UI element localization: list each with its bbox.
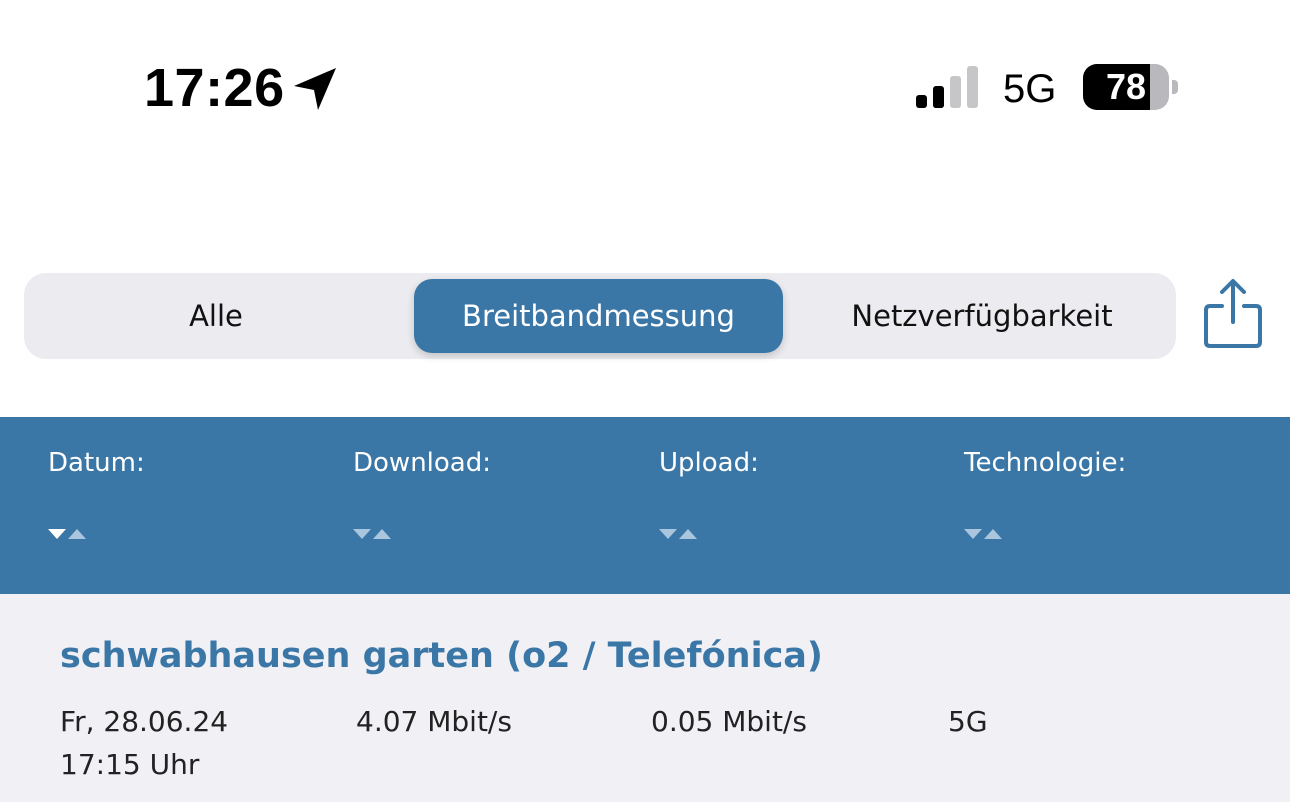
- status-time: 17:26: [144, 58, 285, 118]
- segment-alle[interactable]: Alle: [30, 279, 402, 353]
- column-label: Download:: [353, 448, 491, 478]
- sort-descending-icon[interactable]: [48, 527, 90, 541]
- share-icon[interactable]: [1202, 276, 1264, 350]
- location-arrow-icon: [294, 68, 336, 110]
- column-header-download[interactable]: Download:: [353, 447, 491, 479]
- measurement-date-day: Fr, 28.06.24: [60, 705, 229, 738]
- segment-breitbandmessung[interactable]: Breitbandmessung: [414, 279, 783, 353]
- battery-level: 78: [1105, 66, 1147, 107]
- sort-icon[interactable]: [353, 527, 395, 541]
- sort-icon[interactable]: [964, 527, 1006, 541]
- column-label: Datum:: [48, 448, 145, 478]
- measurement-technology: 5G: [948, 705, 988, 738]
- table-header: Datum: Download: Upload: Technologie:: [0, 417, 1290, 594]
- measurement-title: schwabhausen garten (o2 / Telefónica): [60, 636, 823, 676]
- column-label: Upload:: [659, 448, 759, 478]
- cellular-signal-icon: [916, 66, 978, 108]
- column-label: Technologie:: [964, 448, 1127, 478]
- measurement-date-time: 17:15 Uhr: [60, 748, 200, 781]
- measurement-date: Fr, 28.06.24 17:15 Uhr: [60, 700, 228, 786]
- battery-icon: 78: [1083, 64, 1179, 110]
- sort-icon[interactable]: [659, 527, 701, 541]
- measurement-upload: 0.05 Mbit/s: [651, 705, 807, 738]
- column-header-technologie[interactable]: Technologie:: [964, 447, 1126, 479]
- measurement-download: 4.07 Mbit/s: [356, 705, 512, 738]
- segment-netzverfuegbarkeit[interactable]: Netzverfügbarkeit: [794, 279, 1170, 353]
- table-row[interactable]: schwabhausen garten (o2 / Telefónica) Fr…: [0, 594, 1290, 802]
- segmented-control: Alle Breitbandmessung Netzverfügbarkeit: [24, 273, 1176, 359]
- status-bar: 17:26 5G 78: [0, 0, 1290, 180]
- column-header-datum[interactable]: Datum:: [48, 447, 145, 479]
- column-header-upload[interactable]: Upload:: [659, 447, 759, 479]
- network-type-label: 5G: [1003, 67, 1057, 111]
